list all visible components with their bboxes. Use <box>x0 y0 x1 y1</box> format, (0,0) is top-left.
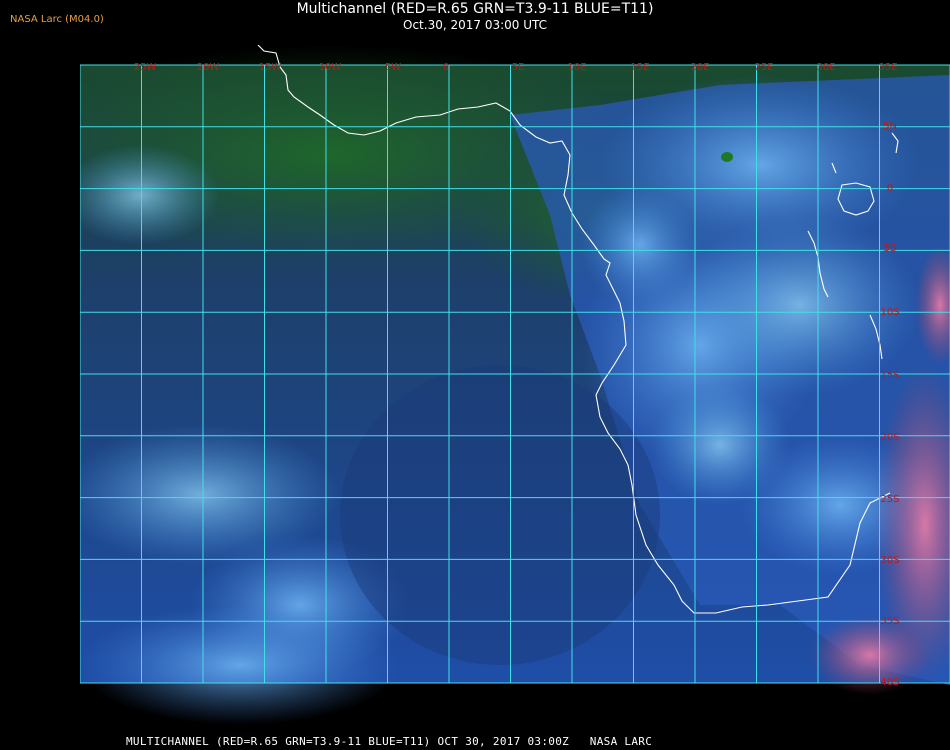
latitude-label: 10S <box>880 307 899 318</box>
image-datetime: Oct.30, 2017 03:00 UTC <box>403 18 547 32</box>
longitude-label: 15W <box>259 62 282 73</box>
longitude-label: 5W <box>385 62 401 73</box>
longitude-label: 25E <box>754 62 773 73</box>
footer-caption: MULTICHANNEL (RED=R.65 GRN=T3.9-11 BLUE=… <box>126 735 653 748</box>
image-title: Multichannel (RED=R.65 GRN=T3.9-11 BLUE=… <box>296 1 654 17</box>
satellite-image: 25W 20W 15W 10W 5W 0 5E 10E 15E 20E 25E 30E 35E 5N 0 5… <box>10 44 950 727</box>
latitude-label: 5S <box>884 243 897 254</box>
longitude-label: 15E <box>630 62 649 73</box>
longitude-label: 25W <box>134 62 157 73</box>
latitude-label: 5N <box>883 121 897 132</box>
latitude-label: 35S <box>880 616 899 627</box>
latitude-label: 30S <box>880 555 899 566</box>
satellite-map: 25W 20W 15W 10W 5W 0 5E 10E 15E 20E 25E 30E 35E 5N 0 5… <box>10 44 950 727</box>
longitude-label: 30E <box>816 62 835 73</box>
longitude-label: 20W <box>197 62 220 73</box>
imagery-layer <box>10 45 950 725</box>
latitude-label: 40S <box>880 677 899 688</box>
latitude-label: 0 <box>887 183 893 194</box>
longitude-label: 0 <box>443 62 449 73</box>
longitude-label: 5E <box>512 62 525 73</box>
latitude-label: 20S <box>880 432 899 443</box>
longitude-label: 20E <box>690 62 709 73</box>
longitude-label: 10W <box>319 62 342 73</box>
latitude-label: 15S <box>880 370 899 381</box>
latitude-label: 25S <box>880 494 899 505</box>
longitude-label: 10E <box>567 62 586 73</box>
longitude-label: 35E <box>878 62 897 73</box>
